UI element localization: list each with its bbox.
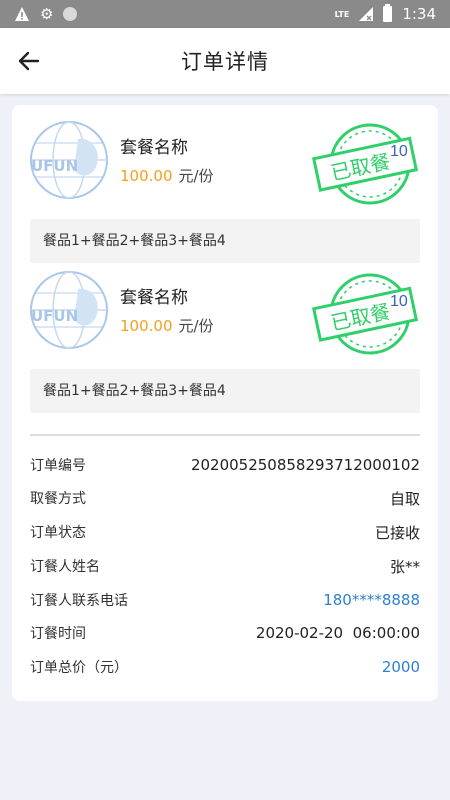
page-title: 订单详情 — [181, 50, 269, 74]
detail-value: 2000 — [381, 658, 420, 676]
detail-label: 订餐时间 — [30, 626, 86, 642]
detail-label: 取餐方式 — [30, 491, 86, 507]
phone-link[interactable]: 180****8888 — [323, 591, 420, 609]
item-name: 套餐名称 — [120, 138, 188, 158]
gear-icon: ⚙ — [40, 5, 54, 23]
status-time: 1:34 — [402, 5, 436, 23]
detail-row-order-time: 订餐时间 2020-02-20 06:00:00 — [30, 621, 420, 645]
detail-label: 订餐人联系电话 — [30, 593, 128, 609]
item-unit: 元/份 — [178, 167, 214, 185]
brand-logo: UFUN — [30, 271, 108, 349]
divider — [30, 434, 420, 436]
battery-icon — [383, 4, 393, 22]
detail-row-total-price: 订单总价（元） 2000 — [30, 655, 420, 679]
item-unit: 元/份 — [178, 317, 214, 335]
stamp-number: 10 — [390, 143, 408, 160]
item-price: 100.00 — [120, 167, 173, 185]
arrow-left-icon — [18, 51, 40, 71]
lte-indicator: LTE — [334, 9, 350, 19]
item-price-row: 100.00 元/份 — [120, 165, 214, 186]
detail-value: 202005250858293712000102 — [190, 456, 420, 474]
app-bar: 订单详情 — [0, 28, 450, 94]
detail-row-order-number: 订单编号 202005250858293712000102 — [30, 453, 420, 477]
detail-label: 订单总价（元） — [30, 660, 128, 676]
detail-row-order-status: 订单状态 已接收 — [30, 520, 420, 544]
detail-value: 2020-02-20 06:00:00 — [255, 624, 420, 642]
status-bar: ⚙ LTE 1:34 — [0, 0, 450, 28]
order-item: UFUN 套餐名称 100.00 元/份 已取餐 10 餐品1+餐品2+餐品3+餐… — [12, 255, 438, 413]
picked-up-stamp-icon: 已取餐 — [312, 123, 419, 205]
item-name: 套餐名称 — [120, 288, 188, 308]
circle-icon — [63, 7, 78, 21]
detail-row-pickup-method: 取餐方式 自取 — [30, 486, 420, 510]
picked-up-stamp-icon: 已取餐 — [312, 273, 419, 355]
signal-icon — [359, 7, 374, 21]
warning-icon — [15, 7, 29, 21]
detail-row-customer-name: 订餐人姓名 张** — [30, 554, 420, 578]
item-price: 100.00 — [120, 317, 173, 335]
logo-text: UFUN — [31, 157, 78, 175]
order-card: UFUN 套餐名称 100.00 元/份 已取餐 10 餐品1+餐品2+餐品3+餐… — [12, 105, 438, 701]
detail-label: 订餐人姓名 — [30, 559, 100, 575]
back-button[interactable] — [14, 46, 44, 76]
order-item: UFUN 套餐名称 100.00 元/份 已取餐 10 餐品1+餐品2+餐品3+餐… — [12, 105, 438, 263]
detail-value: 已接收 — [374, 523, 420, 542]
brand-logo: UFUN — [30, 121, 108, 199]
detail-label: 订单状态 — [30, 525, 86, 541]
detail-value: 张** — [389, 557, 420, 576]
stamp-number: 10 — [390, 293, 408, 310]
detail-value: 自取 — [389, 489, 420, 508]
item-foods: 餐品1+餐品2+餐品3+餐品4 — [30, 369, 420, 413]
logo-text: UFUN — [31, 307, 78, 325]
item-price-row: 100.00 元/份 — [120, 315, 214, 336]
detail-label: 订单编号 — [30, 458, 86, 474]
detail-row-customer-phone: 订餐人联系电话 180****8888 — [30, 588, 420, 612]
